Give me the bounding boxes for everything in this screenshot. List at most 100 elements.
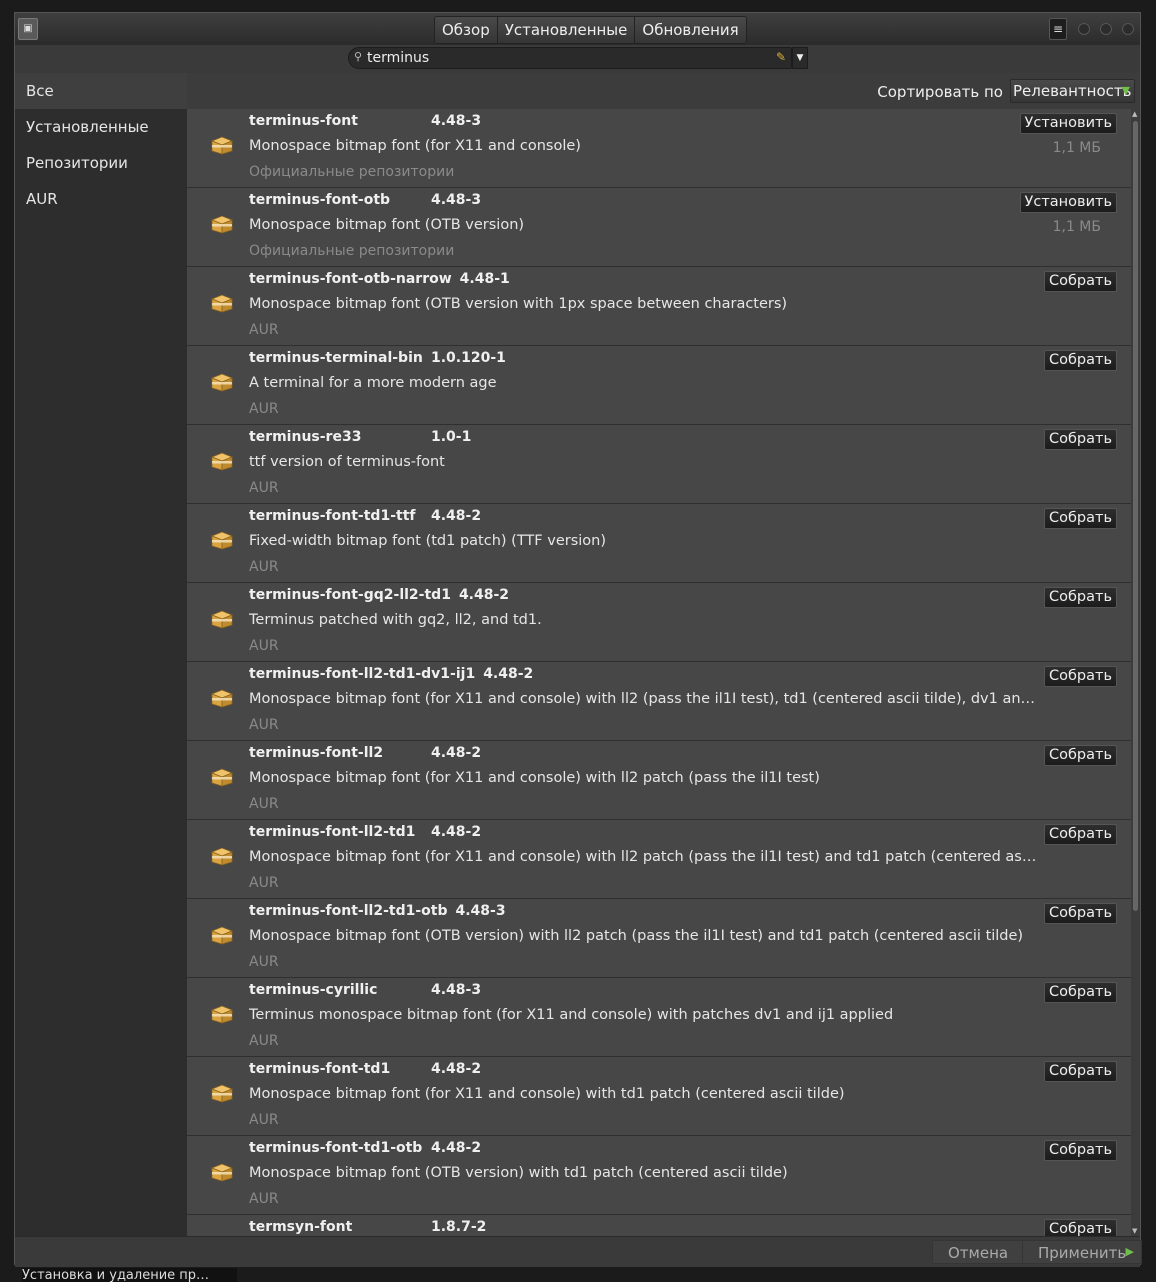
package-name: terminus-font-td1-otb (249, 1140, 423, 1156)
sidebar-item-repositories[interactable]: Репозитории (15, 145, 187, 181)
apply-button[interactable]: Применить (1022, 1240, 1143, 1264)
package-name: termsyn-font (249, 1219, 353, 1235)
package-row[interactable]: terminus-font-ll2 4.48-2 Monospace bitmap … (187, 741, 1131, 820)
package-row[interactable]: terminus-re33 1.0-1 ttf version of terminu… (187, 425, 1131, 504)
maximize-icon[interactable] (1100, 23, 1112, 35)
package-row[interactable]: termsyn-font 1.8.7-2 Собрать (187, 1215, 1131, 1236)
package-name: terminus-font-ll2-td1-otb (249, 903, 448, 919)
package-action-button[interactable]: Установить (1019, 113, 1117, 134)
apply-arrow-icon: ▶ (1125, 1245, 1134, 1258)
sort-bar: Сортировать по Релевантность ▼ (187, 73, 1140, 109)
cancel-button[interactable]: Отмена (932, 1240, 1025, 1264)
sidebar-item-all[interactable]: Все (15, 73, 187, 109)
package-action-button[interactable]: Собрать (1043, 903, 1117, 924)
package-description: Monospace bitmap font (OTB version with … (249, 296, 788, 312)
search-input[interactable] (367, 49, 757, 67)
package-row[interactable]: terminus-font 4.48-3 Monospace bitmap font… (187, 109, 1131, 188)
package-icon (210, 847, 234, 866)
scrollbar-thumb[interactable] (1133, 121, 1138, 911)
sidebar-item-aur[interactable]: AUR (15, 181, 187, 217)
scrollbar[interactable]: ▲ ▼ (1131, 109, 1140, 1236)
minimize-icon[interactable] (1078, 23, 1090, 35)
tab-installed[interactable]: Установленные (497, 17, 636, 43)
package-action-button[interactable]: Собрать (1043, 271, 1117, 292)
sort-value: Релевантность (1013, 82, 1132, 100)
package-name: terminus-font-otb-narrow (249, 271, 452, 287)
tab-updates[interactable]: Обновления (635, 17, 746, 43)
package-action-button[interactable]: Собрать (1043, 1061, 1117, 1082)
package-size: 1,1 МБ (1052, 140, 1101, 156)
package-row[interactable]: terminus-font-ll2-td1-otb 4.48-3 Monospace… (187, 899, 1131, 978)
package-row[interactable]: terminus-font-gq2-ll2-td1 4.48-2 Terminus … (187, 583, 1131, 662)
package-action-button[interactable]: Собрать (1043, 429, 1117, 450)
package-description: Terminus monospace bitmap font (for X11 … (249, 1007, 894, 1023)
package-version: 1.8.7-2 (431, 1219, 487, 1235)
package-repository: AUR (249, 1191, 279, 1207)
package-action-button[interactable]: Собрать (1043, 982, 1117, 1003)
package-row[interactable]: terminus-terminal-bin 1.0.120-1 A terminal… (187, 346, 1131, 425)
header-bar: ▣ Обзор Установленные Обновления ≡ (15, 13, 1140, 46)
package-name: terminus-font-ll2-td1-dv1-ij1 (249, 666, 476, 682)
package-description: Fixed-width bitmap font (td1 patch) (TTF… (249, 533, 606, 549)
package-action-button[interactable]: Установить (1019, 192, 1117, 213)
package-repository: AUR (249, 954, 279, 970)
package-version: 4.48-2 (431, 508, 482, 524)
package-version: 4.48-2 (431, 1061, 482, 1077)
package-name: terminus-terminal-bin (249, 350, 423, 366)
package-repository: AUR (249, 717, 279, 733)
package-version: 4.48-2 (431, 824, 482, 840)
package-description: ttf version of terminus-font (249, 454, 445, 470)
package-version: 4.48-2 (431, 1140, 482, 1156)
package-row[interactable]: terminus-font-td1-ttf 4.48-2 Fixed-width b… (187, 504, 1131, 583)
package-version: 4.48-2 (483, 666, 534, 682)
package-row[interactable]: terminus-font-td1-otb 4.48-2 Monospace bit… (187, 1136, 1131, 1215)
search-icon: ⚲ (354, 50, 363, 63)
package-action-button[interactable]: Собрать (1043, 508, 1117, 529)
close-icon[interactable] (1122, 23, 1134, 35)
package-row[interactable]: terminus-cyrillic 4.48-3 Terminus monospac… (187, 978, 1131, 1057)
dropdown-arrow-icon: ▼ (1121, 84, 1130, 97)
package-version: 4.48-1 (459, 271, 510, 287)
package-icon (210, 1005, 234, 1024)
package-row[interactable]: terminus-font-td1 4.48-2 Monospace bitmap … (187, 1057, 1131, 1136)
package-repository: AUR (249, 322, 279, 338)
sidebar: Все Установленные Репозитории AUR (15, 73, 187, 1236)
sort-dropdown[interactable]: Релевантность ▼ (1010, 79, 1135, 103)
package-row[interactable]: terminus-font-otb 4.48-3 Monospace bitmap … (187, 188, 1131, 267)
package-repository: Официальные репозитории (249, 243, 455, 259)
package-name: terminus-font-td1-ttf (249, 508, 416, 524)
package-description: Monospace bitmap font (OTB version) (249, 217, 525, 233)
package-repository: AUR (249, 559, 279, 575)
package-icon (210, 136, 234, 155)
package-version: 4.48-3 (431, 113, 482, 129)
package-action-button[interactable]: Собрать (1043, 745, 1117, 766)
package-repository: AUR (249, 1112, 279, 1128)
package-action-button[interactable]: Собрать (1043, 666, 1117, 687)
scroll-up-icon[interactable]: ▲ (1132, 110, 1137, 118)
search-history-dropdown-icon[interactable]: ▼ (792, 47, 808, 69)
package-icon (210, 768, 234, 787)
package-name: terminus-font-otb (249, 192, 391, 208)
package-list: terminus-font 4.48-3 Monospace bitmap font… (187, 109, 1131, 1236)
package-version: 4.48-2 (458, 587, 510, 603)
package-action-button[interactable]: Собрать (1043, 587, 1117, 608)
package-row[interactable]: terminus-font-otb-narrow 4.48-1 Monospace … (187, 267, 1131, 346)
scroll-down-icon[interactable]: ▼ (1132, 1227, 1137, 1235)
footer-bar: Отмена Применить ▶ (15, 1236, 1143, 1267)
clear-search-icon[interactable]: ✎ (776, 50, 786, 64)
package-version: 1.0.120-1 (431, 350, 506, 366)
package-row[interactable]: terminus-font-ll2-td1-dv1-ij1 4.48-2 Monos… (187, 662, 1131, 741)
tab-overview[interactable]: Обзор (435, 17, 498, 43)
package-action-button[interactable]: Собрать (1043, 824, 1117, 845)
sidebar-item-installed[interactable]: Установленные (15, 109, 187, 145)
package-action-button[interactable]: Собрать (1043, 1219, 1117, 1236)
package-row[interactable]: terminus-font-ll2-td1 4.48-2 Monospace bit… (187, 820, 1131, 899)
package-name: terminus-cyrillic (249, 982, 378, 998)
package-action-button[interactable]: Собрать (1043, 350, 1117, 371)
package-icon (210, 215, 234, 234)
package-name: terminus-font-ll2 (249, 745, 384, 761)
package-action-button[interactable]: Собрать (1043, 1140, 1117, 1161)
package-description: Monospace bitmap font (for X11 and conso… (249, 1086, 845, 1102)
package-repository: AUR (249, 1033, 279, 1049)
hamburger-menu-icon[interactable]: ≡ (1049, 18, 1067, 40)
